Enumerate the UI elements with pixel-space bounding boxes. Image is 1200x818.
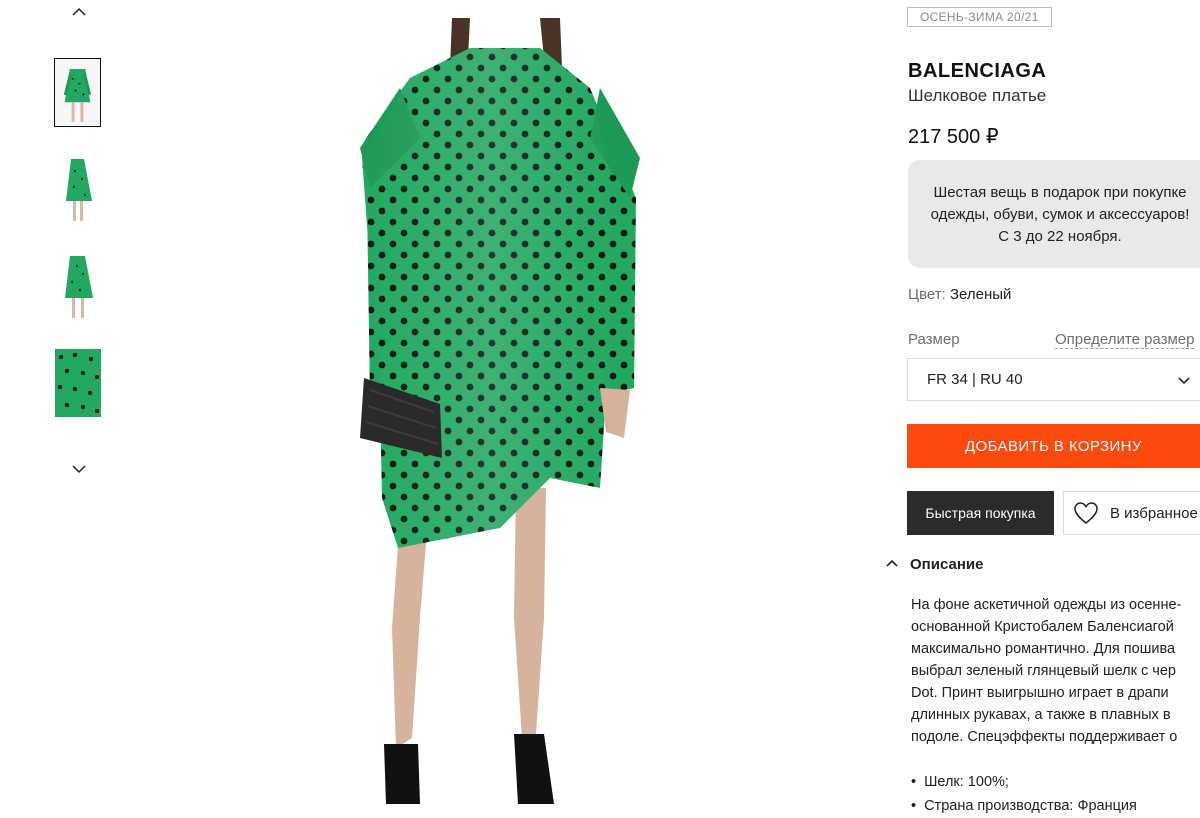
thumbnail-detail[interactable]: [55, 349, 101, 417]
fact-country: Страна производства: Франция: [911, 794, 1200, 818]
chevron-up-icon: [886, 559, 898, 567]
fact-composition: Шелк: 100%;: [911, 770, 1200, 794]
promo-banner: Шестая вещь в подарок при покупке одежды…: [908, 160, 1200, 268]
size-label: Размер: [908, 331, 960, 348]
chevron-down-icon: [1178, 377, 1190, 385]
thumbnail-back[interactable]: [55, 252, 101, 320]
add-to-favorites-button[interactable]: В избранное: [1063, 491, 1200, 535]
thumbnails-up-button[interactable]: [68, 2, 90, 20]
thumbnail-side[interactable]: [55, 155, 101, 223]
thumbnail-front[interactable]: [54, 58, 101, 127]
color-label: Цвет:: [908, 286, 946, 303]
thumbnails-down-button[interactable]: [68, 460, 90, 478]
description-text: На фоне аскетичной одежды из осенне- осн…: [911, 597, 1182, 745]
chevron-up-icon: [72, 7, 86, 16]
product-price: 217 500 ₽: [908, 126, 999, 148]
product-facts: Шелк: 100%; Страна производства: Франция: [911, 770, 1200, 818]
size-guide-link[interactable]: Определите размер: [1055, 331, 1195, 349]
size-value: FR 34 | RU 40: [927, 371, 1023, 388]
add-to-cart-button[interactable]: ДОБАВИТЬ В КОРЗИНУ: [907, 424, 1200, 468]
product-name: Шелковое платье: [908, 86, 1047, 105]
favorites-label: В избранное: [1110, 505, 1198, 522]
color-value: Зеленый: [949, 286, 1012, 303]
color-row: Цвет: Зеленый: [908, 286, 1011, 303]
heart-icon: [1074, 502, 1098, 524]
size-select[interactable]: FR 34 | RU 40: [907, 358, 1200, 401]
description-title: Описание: [910, 556, 984, 573]
quick-buy-button[interactable]: Быстрая покупка: [907, 491, 1054, 535]
season-badge: ОСЕНЬ-ЗИМА 20/21: [907, 7, 1052, 27]
chevron-down-icon: [72, 464, 86, 473]
product-main-image[interactable]: [300, 18, 700, 804]
brand-name[interactable]: BALENCIAGA: [908, 60, 1046, 83]
